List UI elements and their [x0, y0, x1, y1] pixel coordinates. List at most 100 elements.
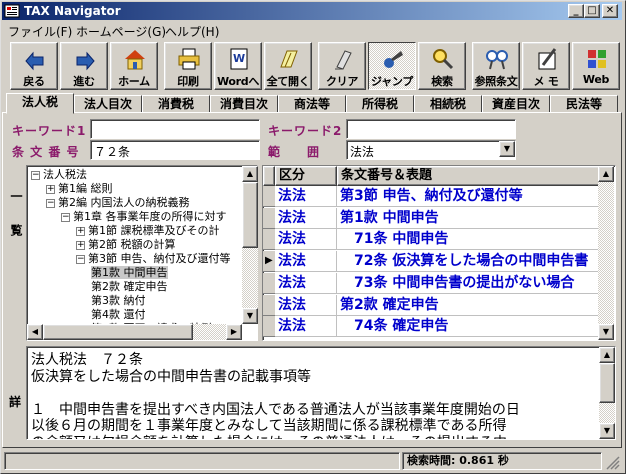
table-row[interactable]: 法法 73条 中間申告書の提出がない場合 [263, 272, 601, 294]
grid-header-article[interactable]: 条文番号＆表題 [337, 166, 601, 186]
tree-node[interactable]: − 第3節 申告、納付及び還付等 [76, 252, 231, 266]
tree-vertical-scrollbar[interactable]: ▲ ▼ [242, 166, 258, 324]
search-time: 検索時間: 0.861 秒 [402, 452, 602, 470]
tab-consumption-tax[interactable]: 消費税 [142, 95, 210, 113]
tab-consumption-index[interactable]: 消費目次 [210, 95, 278, 113]
tree-node[interactable]: − 法人税法 [31, 168, 87, 182]
table-row[interactable]: 法法 71条 中間申告 [263, 229, 601, 251]
scroll-right-icon[interactable]: ▶ [226, 324, 242, 340]
grid-cell-article: 73条 中間申告書の提出がない場合 [337, 272, 601, 294]
home-button[interactable]: ホーム [110, 42, 158, 90]
article-number-input[interactable]: ７２条 [90, 140, 260, 160]
table-row[interactable]: 法法 第3節 申告、納付及び還付等 [263, 186, 601, 207]
tree-node[interactable]: + 第1編 総則 [46, 182, 113, 196]
scope-select[interactable]: 法法 ▼ [346, 140, 516, 160]
expand-icon[interactable]: + [46, 184, 55, 194]
detail-vertical-scrollbar[interactable]: ▲ ▼ [599, 347, 615, 439]
table-row[interactable]: 法法 第1款 中間申告 [263, 207, 601, 229]
keyword2-input[interactable] [346, 119, 516, 139]
tab-civil-law[interactable]: 民法等 [550, 95, 618, 113]
print-button[interactable]: 印刷 [164, 42, 212, 90]
tab-inheritance-tax[interactable]: 相続税 [414, 95, 482, 113]
tree-node[interactable]: − 第1章 各事業年度の所得に対す [61, 210, 227, 224]
collapse-icon[interactable]: − [31, 170, 40, 180]
scroll-up-icon[interactable]: ▲ [599, 347, 615, 363]
tree-node-label: 第3節 申告、納付及び還付等 [88, 252, 231, 265]
tab-corporate-index[interactable]: 法人目次 [74, 95, 142, 113]
scroll-down-icon[interactable]: ▼ [599, 423, 615, 439]
tree-node[interactable]: + 第2節 税額の計算 [76, 238, 176, 252]
print-icon [178, 48, 200, 70]
svg-text:W: W [233, 52, 245, 65]
back-label: 戻る [23, 75, 45, 88]
collapse-icon[interactable]: − [76, 254, 85, 264]
tree-node[interactable]: 第2款 確定申告 [91, 280, 168, 294]
collapse-icon[interactable]: − [46, 198, 55, 208]
scroll-left-icon[interactable]: ◀ [27, 324, 43, 340]
keyword1-input[interactable] [90, 119, 260, 139]
tree-node[interactable]: 第4款 還付 [91, 308, 146, 322]
status-pane-main [4, 452, 400, 470]
scroll-up-icon[interactable]: ▲ [598, 166, 614, 182]
scroll-down-icon[interactable]: ▼ [598, 324, 614, 340]
tree-node-label: 第4款 還付 [91, 308, 146, 321]
tree-node[interactable]: + 第1節 課税標準及びその計 [76, 224, 220, 238]
clear-button[interactable]: クリア [318, 42, 366, 90]
grid-corner [263, 166, 275, 186]
tree-scroll-thumb[interactable] [242, 182, 258, 248]
grid-vertical-scrollbar[interactable]: ▲ ▼ [598, 166, 614, 340]
search-icon [433, 49, 454, 70]
table-row[interactable]: 法法 第2款 確定申告 [263, 294, 601, 316]
word-export-button[interactable]: W Wordへ [214, 42, 262, 90]
web-button[interactable]: Web [572, 42, 620, 90]
grid-cell-article: 71条 中間申告 [337, 229, 601, 251]
forward-button[interactable]: 進む [60, 42, 108, 90]
detail-line: の金額又は欠損金額を計算した場合には、その普通法人は、その提出する中 [31, 432, 507, 440]
results-grid: 区分 条文番号＆表題 法法 第3節 申告、納付及び還付等 法法 第1款 中間申告 法法 … [262, 165, 616, 341]
table-row[interactable]: 法法 74条 確定申告 [263, 316, 601, 338]
scroll-down-icon[interactable]: ▼ [242, 308, 258, 324]
print-label: 印刷 [177, 75, 199, 88]
clear-icon [335, 50, 352, 70]
tab-income-tax[interactable]: 所得税 [346, 95, 414, 113]
tab-corporate-tax[interactable]: 法人税 [6, 93, 74, 114]
scroll-up-icon[interactable]: ▲ [242, 166, 258, 182]
tab-asset-index[interactable]: 資産目次 [482, 95, 550, 113]
tree-node[interactable]: − 第2編 内国法人の納税義務 [46, 196, 190, 210]
status-bar: 検索時間: 0.861 秒 [2, 450, 622, 471]
collapse-icon[interactable]: − [61, 212, 70, 222]
detail-scroll-thumb[interactable] [599, 363, 615, 403]
tree-hscroll-thumb[interactable] [43, 324, 193, 340]
memo-button[interactable]: メ モ [522, 42, 570, 90]
title-bar: TAX Navigator _ □ ✕ [2, 2, 622, 20]
menu-help[interactable]: ヘルプ(H) [165, 23, 219, 40]
list-side-label: 一覧 [8, 190, 23, 270]
grid-header-category[interactable]: 区分 [275, 166, 337, 186]
detail-text-area[interactable]: 法人税法 ７２条 仮決算をした場合の中間申告書の記載事項等 １ 中間申告書を提出すべ… [26, 346, 616, 440]
minimize-button[interactable]: _ [568, 4, 584, 18]
expand-icon[interactable]: + [76, 226, 85, 236]
table-row[interactable]: 法法 72条 仮決算をした場合の中間申告書 [263, 251, 601, 273]
resize-grip-icon[interactable] [606, 456, 620, 470]
close-button[interactable]: ✕ [602, 4, 618, 18]
forward-icon [76, 51, 95, 71]
app-icon [4, 4, 20, 18]
detail-line: 仮決算をした場合の中間申告書の記載事項等 [31, 368, 311, 385]
grid-cell-category: 法法 [275, 207, 337, 229]
expand-icon[interactable]: + [76, 240, 85, 250]
back-button[interactable]: 戻る [10, 42, 58, 90]
tree-node-label: 第1編 総則 [58, 182, 113, 195]
jump-button[interactable]: ジャンプ [368, 42, 416, 90]
tab-commercial-law[interactable]: 商法等 [278, 95, 346, 113]
tree-horizontal-scrollbar[interactable]: ◀ ▶ [27, 324, 242, 340]
search-button[interactable]: 検索 [418, 42, 466, 90]
expand-all-button[interactable]: 全て開く [264, 42, 312, 90]
maximize-button[interactable]: □ [584, 4, 600, 18]
chevron-down-icon[interactable]: ▼ [499, 141, 515, 157]
tree-node[interactable]: 第3款 納付 [91, 294, 146, 308]
menu-homepage[interactable]: ホームページ(G) [76, 23, 166, 40]
tree-node[interactable]: 第1款 中間申告 [91, 266, 168, 280]
reference-label: 参照条文 [474, 75, 518, 88]
reference-button[interactable]: 参照条文 [472, 42, 520, 90]
menu-file[interactable]: ファイル(F) [8, 23, 72, 40]
